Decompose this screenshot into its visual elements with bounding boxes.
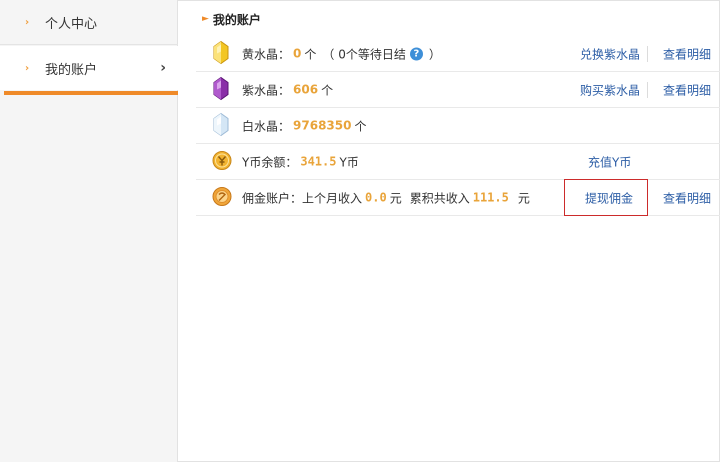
page-title-text: 我的账户: [212, 12, 261, 27]
account-row-purple-crystal: 紫水晶： 606 个 购买紫水晶 查看明细: [196, 72, 720, 108]
buy-purple-crystal-link[interactable]: 购买紫水晶: [580, 81, 640, 98]
sidebar-item-label: 个人中心: [45, 17, 98, 32]
account-row-yellow-crystal: 黄水晶： 0 个 （ 0个等待日结 ? ） 兑换紫水晶 查看明细: [196, 36, 720, 72]
pending-settlement-note: （ 0个等待日结: [322, 47, 406, 61]
view-details-link[interactable]: 查看明细: [663, 189, 711, 206]
bullet-arrow-icon: ›: [25, 17, 30, 28]
recharge-y-coin-link[interactable]: 充值Y币: [588, 153, 631, 170]
purple-crystal-summary: 紫水晶： 606 个: [242, 81, 333, 98]
sidebar-item-personal-center[interactable]: › 个人中心: [0, 1, 178, 45]
y-coin-value: 341.5: [300, 154, 337, 169]
chevron-right-icon: ›: [160, 60, 166, 76]
y-coin-label: Y币余额：: [242, 155, 298, 169]
yellow-crystal-icon: [212, 40, 230, 67]
sidebar-item-label: 我的账户: [45, 62, 98, 78]
view-details-link[interactable]: 查看明细: [663, 45, 711, 62]
last-month-income-value: 0.0: [365, 190, 387, 205]
main-content: ► 我的账户 黄水晶： 0 个 （ 0个等待日结 ? ） 兑换紫水晶 查看明细: [196, 0, 720, 462]
yellow-crystal-label: 黄水晶：: [242, 47, 291, 61]
yellow-crystal-value: 0: [293, 46, 302, 61]
account-row-white-crystal: 白水晶： 9768350 个: [196, 108, 720, 144]
total-income-unit: 元: [517, 191, 530, 205]
purple-crystal-value: 606: [293, 82, 319, 97]
purple-crystal-icon: [212, 76, 230, 103]
divider: [647, 45, 648, 62]
sidebar-item-my-account[interactable]: › 我的账户 ›: [0, 46, 178, 90]
white-crystal-value: 9768350: [293, 118, 352, 133]
help-icon[interactable]: ?: [409, 47, 423, 60]
bullet-arrow-icon: ›: [25, 62, 30, 74]
account-row-y-coin: Y币余额： 341.5 Y币 充值Y币: [196, 144, 720, 180]
y-coin-icon: [212, 150, 232, 173]
title-arrow-icon: ►: [202, 14, 209, 24]
view-details-link[interactable]: 查看明细: [663, 81, 711, 98]
y-coin-summary: Y币余额： 341.5 Y币: [242, 153, 359, 170]
last-month-income-unit: 元: [389, 191, 402, 205]
white-crystal-unit: 个: [354, 119, 367, 133]
white-crystal-summary: 白水晶： 9768350 个: [242, 117, 366, 134]
total-income-label: 累积共收入: [409, 191, 470, 205]
white-crystal-icon: [212, 112, 230, 139]
page-title: ► 我的账户: [202, 10, 261, 28]
pending-note-close: ）: [428, 47, 441, 61]
commission-coin-icon: [212, 186, 232, 209]
y-coin-unit: Y币: [339, 155, 359, 169]
purple-crystal-unit: 个: [321, 83, 334, 97]
yellow-crystal-unit: 个: [304, 47, 317, 61]
commission-summary: 佣金账户：上个月收入 0.0 元 累积共收入 111.5 元: [242, 189, 530, 206]
highlight-box: [564, 179, 648, 216]
purple-crystal-label: 紫水晶：: [242, 83, 291, 97]
divider: [647, 81, 648, 98]
total-income-value: 111.5: [472, 190, 509, 205]
white-crystal-label: 白水晶：: [242, 119, 291, 133]
exchange-purple-crystal-link[interactable]: 兑换紫水晶: [580, 45, 640, 62]
yellow-crystal-summary: 黄水晶： 0 个 （ 0个等待日结 ? ）: [242, 45, 441, 62]
sidebar: › 个人中心 › 我的账户 ›: [0, 0, 178, 462]
active-indicator: [4, 91, 178, 95]
commission-label: 佣金账户：上个月收入: [242, 191, 363, 205]
